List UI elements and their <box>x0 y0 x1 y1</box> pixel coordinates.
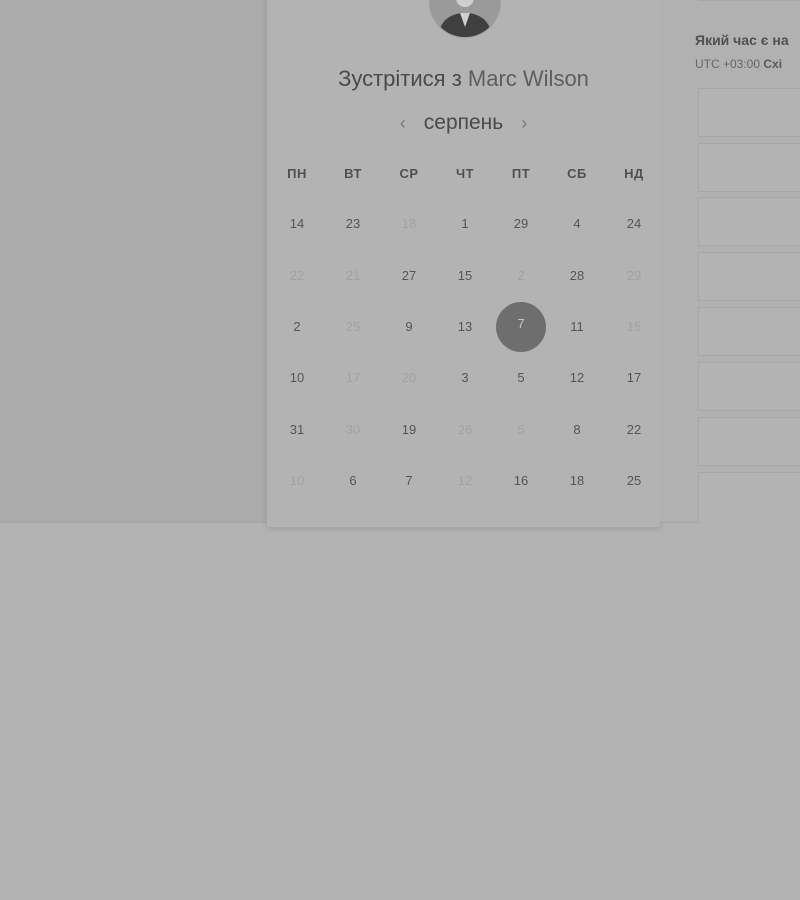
calendar-day[interactable]: 23 <box>335 212 371 236</box>
calendar-day-selected[interactable]: 7 <box>496 302 546 352</box>
time-slot[interactable] <box>698 417 800 466</box>
calendar-days: 14 23 18 1 29 4 24 22 21 27 15 2 28 29 2 25 9 13 7 11 15 10 17… <box>267 0 660 527</box>
calendar-day[interactable]: 18 <box>559 469 595 493</box>
calendar-day[interactable]: 22 <box>616 418 652 442</box>
calendar-day[interactable]: 3 <box>447 366 483 390</box>
calendar-day[interactable]: 5 <box>503 366 539 390</box>
calendar-day[interactable]: 27 <box>391 264 427 288</box>
calendar-day: 21 <box>345 268 361 283</box>
timezone-selector[interactable]: UTC +03:00 Схі <box>695 57 782 71</box>
calendar-day[interactable]: 19 <box>391 418 427 442</box>
calendar-day: 20 <box>401 370 417 385</box>
calendar-day[interactable]: 17 <box>616 366 652 390</box>
calendar-day[interactable]: 11 <box>559 315 595 339</box>
calendar-day: 15 <box>626 319 642 334</box>
calendar-day[interactable]: 2 <box>279 315 315 339</box>
calendar-day: 5 <box>517 422 525 437</box>
time-slot-panel: Який час є на UTC +03:00 Схі <box>660 0 800 523</box>
calendar-day[interactable]: 14 <box>279 212 315 236</box>
calendar-day: 26 <box>457 422 473 437</box>
timezone-zone: Схі <box>763 57 783 71</box>
calendar-day: 17 <box>345 370 361 385</box>
calendar-day[interactable]: 29 <box>503 212 539 236</box>
calendar-day[interactable]: 4 <box>559 212 595 236</box>
calendar-day[interactable]: 10 <box>279 366 315 390</box>
calendar-day: 25 <box>345 319 361 334</box>
timezone-offset: UTC +03:00 <box>695 57 761 71</box>
calendar-day[interactable]: 15 <box>447 264 483 288</box>
calendar-day: 30 <box>345 422 361 437</box>
calendar-day: 22 <box>289 268 305 283</box>
scheduler-card: Зустрітися з Marc Wilson ‹ серпень › ПН В… <box>267 0 660 527</box>
calendar-day[interactable]: 24 <box>616 212 652 236</box>
calendar-day: 18 <box>401 216 417 231</box>
time-slot[interactable] <box>698 143 800 192</box>
calendar-day: 10 <box>289 473 305 488</box>
timezone-question: Який час є на <box>695 32 789 48</box>
calendar-day[interactable]: 28 <box>559 264 595 288</box>
time-slot[interactable] <box>698 307 800 356</box>
calendar-day[interactable]: 13 <box>447 315 483 339</box>
time-slot[interactable] <box>698 362 800 411</box>
calendar-day[interactable]: 16 <box>503 469 539 493</box>
calendar-day[interactable]: 25 <box>616 469 652 493</box>
calendar-day[interactable]: 6 <box>335 469 371 493</box>
time-slot[interactable] <box>698 88 800 137</box>
divider <box>698 0 800 1</box>
time-slot[interactable] <box>698 252 800 301</box>
calendar-day[interactable]: 7 <box>391 469 427 493</box>
calendar-day[interactable]: 9 <box>391 315 427 339</box>
calendar-day[interactable]: 12 <box>559 366 595 390</box>
calendar-day: 12 <box>457 473 473 488</box>
calendar-day[interactable]: 8 <box>559 418 595 442</box>
time-slot[interactable] <box>698 197 800 246</box>
calendar-day[interactable]: 31 <box>279 418 315 442</box>
time-slot[interactable] <box>698 472 800 523</box>
calendar-day: 29 <box>626 268 642 283</box>
calendar-day: 2 <box>517 268 525 283</box>
calendar-day[interactable]: 1 <box>447 212 483 236</box>
